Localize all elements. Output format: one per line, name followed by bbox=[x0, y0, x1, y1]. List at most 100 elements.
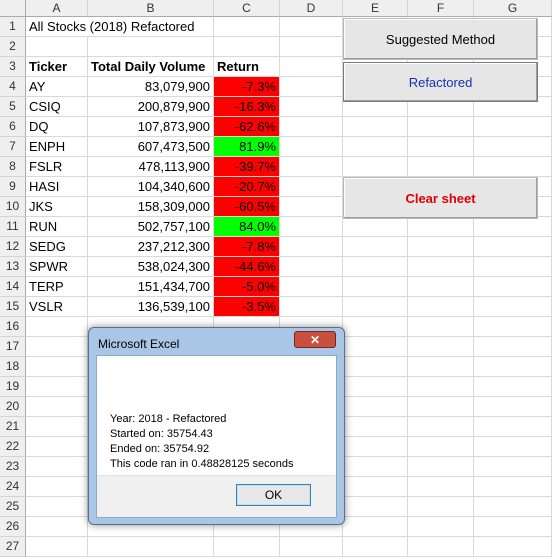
return-cell[interactable]: -44.6% bbox=[214, 257, 280, 277]
row-header-20[interactable]: 20 bbox=[0, 397, 26, 417]
cell-d8[interactable] bbox=[280, 157, 343, 177]
return-cell[interactable]: -3.5% bbox=[214, 297, 280, 317]
cell-f19[interactable] bbox=[408, 377, 474, 397]
cell-d11[interactable] bbox=[280, 217, 343, 237]
ticker-cell[interactable]: SPWR bbox=[26, 257, 88, 277]
return-cell[interactable]: -39.7% bbox=[214, 157, 280, 177]
row-header-13[interactable]: 13 bbox=[0, 257, 26, 277]
refactored-button[interactable]: Refactored bbox=[343, 62, 538, 102]
cell-e13[interactable] bbox=[343, 257, 408, 277]
header-ticker[interactable]: Ticker bbox=[26, 57, 88, 77]
row-header-4[interactable]: 4 bbox=[0, 77, 26, 97]
cell-c2[interactable] bbox=[214, 37, 280, 57]
cell-a22[interactable] bbox=[26, 437, 88, 457]
cell-d2[interactable] bbox=[280, 37, 343, 57]
return-cell[interactable]: -62.6% bbox=[214, 117, 280, 137]
cell-e14[interactable] bbox=[343, 277, 408, 297]
volume-cell[interactable]: 136,539,100 bbox=[88, 297, 214, 317]
row-header-25[interactable]: 25 bbox=[0, 497, 26, 517]
ticker-cell[interactable]: AY bbox=[26, 77, 88, 97]
column-header-f[interactable]: F bbox=[408, 0, 474, 17]
ticker-cell[interactable]: RUN bbox=[26, 217, 88, 237]
row-header-24[interactable]: 24 bbox=[0, 477, 26, 497]
row-header-6[interactable]: 6 bbox=[0, 117, 26, 137]
cell-g21[interactable] bbox=[474, 417, 552, 437]
column-header-a[interactable]: A bbox=[26, 0, 88, 17]
cell-g17[interactable] bbox=[474, 337, 552, 357]
cell-g18[interactable] bbox=[474, 357, 552, 377]
volume-cell[interactable]: 83,079,900 bbox=[88, 77, 214, 97]
return-cell[interactable]: -7.8% bbox=[214, 237, 280, 257]
volume-cell[interactable]: 478,113,900 bbox=[88, 157, 214, 177]
cell-d3[interactable] bbox=[280, 57, 343, 77]
cell-e26[interactable] bbox=[343, 517, 408, 537]
cell-f26[interactable] bbox=[408, 517, 474, 537]
cell-c1[interactable] bbox=[214, 17, 280, 37]
row-header-12[interactable]: 12 bbox=[0, 237, 26, 257]
ticker-cell[interactable]: CSIQ bbox=[26, 97, 88, 117]
column-header-g[interactable]: G bbox=[474, 0, 552, 17]
row-header-11[interactable]: 11 bbox=[0, 217, 26, 237]
cell-f6[interactable] bbox=[408, 117, 474, 137]
cell-g22[interactable] bbox=[474, 437, 552, 457]
cell-a19[interactable] bbox=[26, 377, 88, 397]
cell-a25[interactable] bbox=[26, 497, 88, 517]
cell-b27[interactable] bbox=[88, 537, 214, 557]
clear-sheet-button[interactable]: Clear sheet bbox=[343, 177, 538, 219]
ticker-cell[interactable]: HASI bbox=[26, 177, 88, 197]
cell-g19[interactable] bbox=[474, 377, 552, 397]
return-cell[interactable]: -7.3% bbox=[214, 77, 280, 97]
cell-e6[interactable] bbox=[343, 117, 408, 137]
row-header-23[interactable]: 23 bbox=[0, 457, 26, 477]
volume-cell[interactable]: 237,212,300 bbox=[88, 237, 214, 257]
volume-cell[interactable]: 607,473,500 bbox=[88, 137, 214, 157]
row-header-2[interactable]: 2 bbox=[0, 37, 26, 57]
cell-a23[interactable] bbox=[26, 457, 88, 477]
cell-d15[interactable] bbox=[280, 297, 343, 317]
cell-g7[interactable] bbox=[474, 137, 552, 157]
cell-e11[interactable] bbox=[343, 217, 408, 237]
row-header-26[interactable]: 26 bbox=[0, 517, 26, 537]
row-header-7[interactable]: 7 bbox=[0, 137, 26, 157]
row-header-10[interactable]: 10 bbox=[0, 197, 26, 217]
cell-d1[interactable] bbox=[280, 17, 343, 37]
cell-g15[interactable] bbox=[474, 297, 552, 317]
volume-cell[interactable]: 538,024,300 bbox=[88, 257, 214, 277]
cell-g20[interactable] bbox=[474, 397, 552, 417]
cell-e25[interactable] bbox=[343, 497, 408, 517]
cell-f12[interactable] bbox=[408, 237, 474, 257]
cell-d27[interactable] bbox=[280, 537, 343, 557]
suggested-method-button[interactable]: Suggested Method bbox=[343, 18, 538, 60]
cell-e27[interactable] bbox=[343, 537, 408, 557]
cell-b2[interactable] bbox=[88, 37, 214, 57]
cell-a2[interactable] bbox=[26, 37, 88, 57]
cell-e18[interactable] bbox=[343, 357, 408, 377]
cell-g16[interactable] bbox=[474, 317, 552, 337]
header-return[interactable]: Return bbox=[214, 57, 280, 77]
cell-g26[interactable] bbox=[474, 517, 552, 537]
row-header-14[interactable]: 14 bbox=[0, 277, 26, 297]
cell-e17[interactable] bbox=[343, 337, 408, 357]
volume-cell[interactable]: 502,757,100 bbox=[88, 217, 214, 237]
cell-a21[interactable] bbox=[26, 417, 88, 437]
cell-f20[interactable] bbox=[408, 397, 474, 417]
cell-e19[interactable] bbox=[343, 377, 408, 397]
cell-g11[interactable] bbox=[474, 217, 552, 237]
cell-d10[interactable] bbox=[280, 197, 343, 217]
ticker-cell[interactable]: ENPH bbox=[26, 137, 88, 157]
return-cell[interactable]: 81.9% bbox=[214, 137, 280, 157]
cell-d9[interactable] bbox=[280, 177, 343, 197]
cell-a17[interactable] bbox=[26, 337, 88, 357]
dialog-close-button[interactable]: ✕ bbox=[294, 331, 336, 348]
cell-c27[interactable] bbox=[214, 537, 280, 557]
cell-f24[interactable] bbox=[408, 477, 474, 497]
cell-f25[interactable] bbox=[408, 497, 474, 517]
cell-f13[interactable] bbox=[408, 257, 474, 277]
cell-e24[interactable] bbox=[343, 477, 408, 497]
cell-e20[interactable] bbox=[343, 397, 408, 417]
cell-a26[interactable] bbox=[26, 517, 88, 537]
cell-a27[interactable] bbox=[26, 537, 88, 557]
return-cell[interactable]: -20.7% bbox=[214, 177, 280, 197]
cell-f14[interactable] bbox=[408, 277, 474, 297]
row-header-9[interactable]: 9 bbox=[0, 177, 26, 197]
